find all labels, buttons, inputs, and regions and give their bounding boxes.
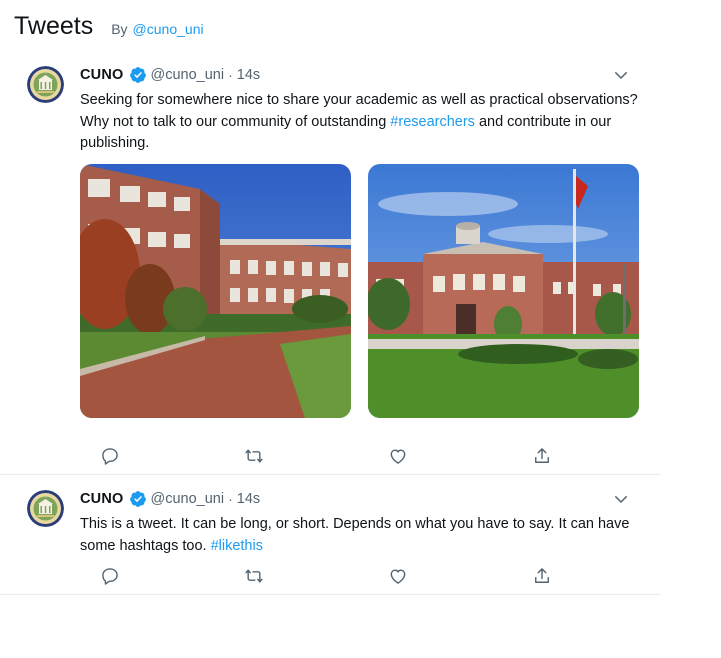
separator-dot: · xyxy=(228,67,233,83)
chevron-down-icon[interactable] xyxy=(612,490,630,508)
tweet-text: Seeking for somewhere nice to share your… xyxy=(80,90,640,155)
media-image-campus-building[interactable] xyxy=(80,164,351,418)
tweet-header: CUNO @cuno_uni · 14s xyxy=(80,490,260,508)
author-handle[interactable]: @cuno_uni xyxy=(151,491,225,507)
verified-badge-icon xyxy=(129,66,147,84)
timestamp[interactable]: 14s xyxy=(237,67,260,83)
header-handle-link[interactable]: @cuno_uni xyxy=(133,21,204,37)
avatar[interactable] xyxy=(27,66,64,103)
tweet: CUNO @cuno_uni · 14s Seeking for somewhe… xyxy=(0,56,660,475)
retweet-icon[interactable] xyxy=(244,446,264,466)
tweet: CUNO @cuno_uni · 14s This is a tweet. It… xyxy=(0,480,660,595)
reply-icon[interactable] xyxy=(100,446,120,466)
tweet-text-part: This is a tweet. It can be long, or shor… xyxy=(80,516,630,554)
by-label: By xyxy=(111,21,128,37)
verified-badge-icon xyxy=(129,490,147,508)
hashtag-link[interactable]: #likethis xyxy=(211,538,263,554)
tweet-actions xyxy=(100,566,560,586)
hashtag-link[interactable]: #researchers xyxy=(390,114,475,130)
retweet-icon[interactable] xyxy=(244,566,264,586)
tweet-actions xyxy=(100,446,560,466)
page-title: Tweets xyxy=(14,12,94,40)
media-image-campus-rotunda[interactable] xyxy=(368,164,639,418)
like-icon[interactable] xyxy=(388,566,408,586)
chevron-down-icon[interactable] xyxy=(612,66,630,84)
reply-icon[interactable] xyxy=(100,566,120,586)
tweet-text: This is a tweet. It can be long, or shor… xyxy=(80,514,640,557)
avatar[interactable] xyxy=(27,490,64,527)
share-icon[interactable] xyxy=(532,446,552,466)
timeline-header: Tweets By @cuno_uni xyxy=(14,12,204,41)
author-name[interactable]: CUNO xyxy=(80,67,124,83)
author-handle[interactable]: @cuno_uni xyxy=(151,67,225,83)
share-icon[interactable] xyxy=(532,566,552,586)
like-icon[interactable] xyxy=(388,446,408,466)
tweet-header: CUNO @cuno_uni · 14s xyxy=(80,66,260,84)
author-name[interactable]: CUNO xyxy=(80,491,124,507)
timestamp[interactable]: 14s xyxy=(237,491,260,507)
separator-dot: · xyxy=(228,491,233,507)
